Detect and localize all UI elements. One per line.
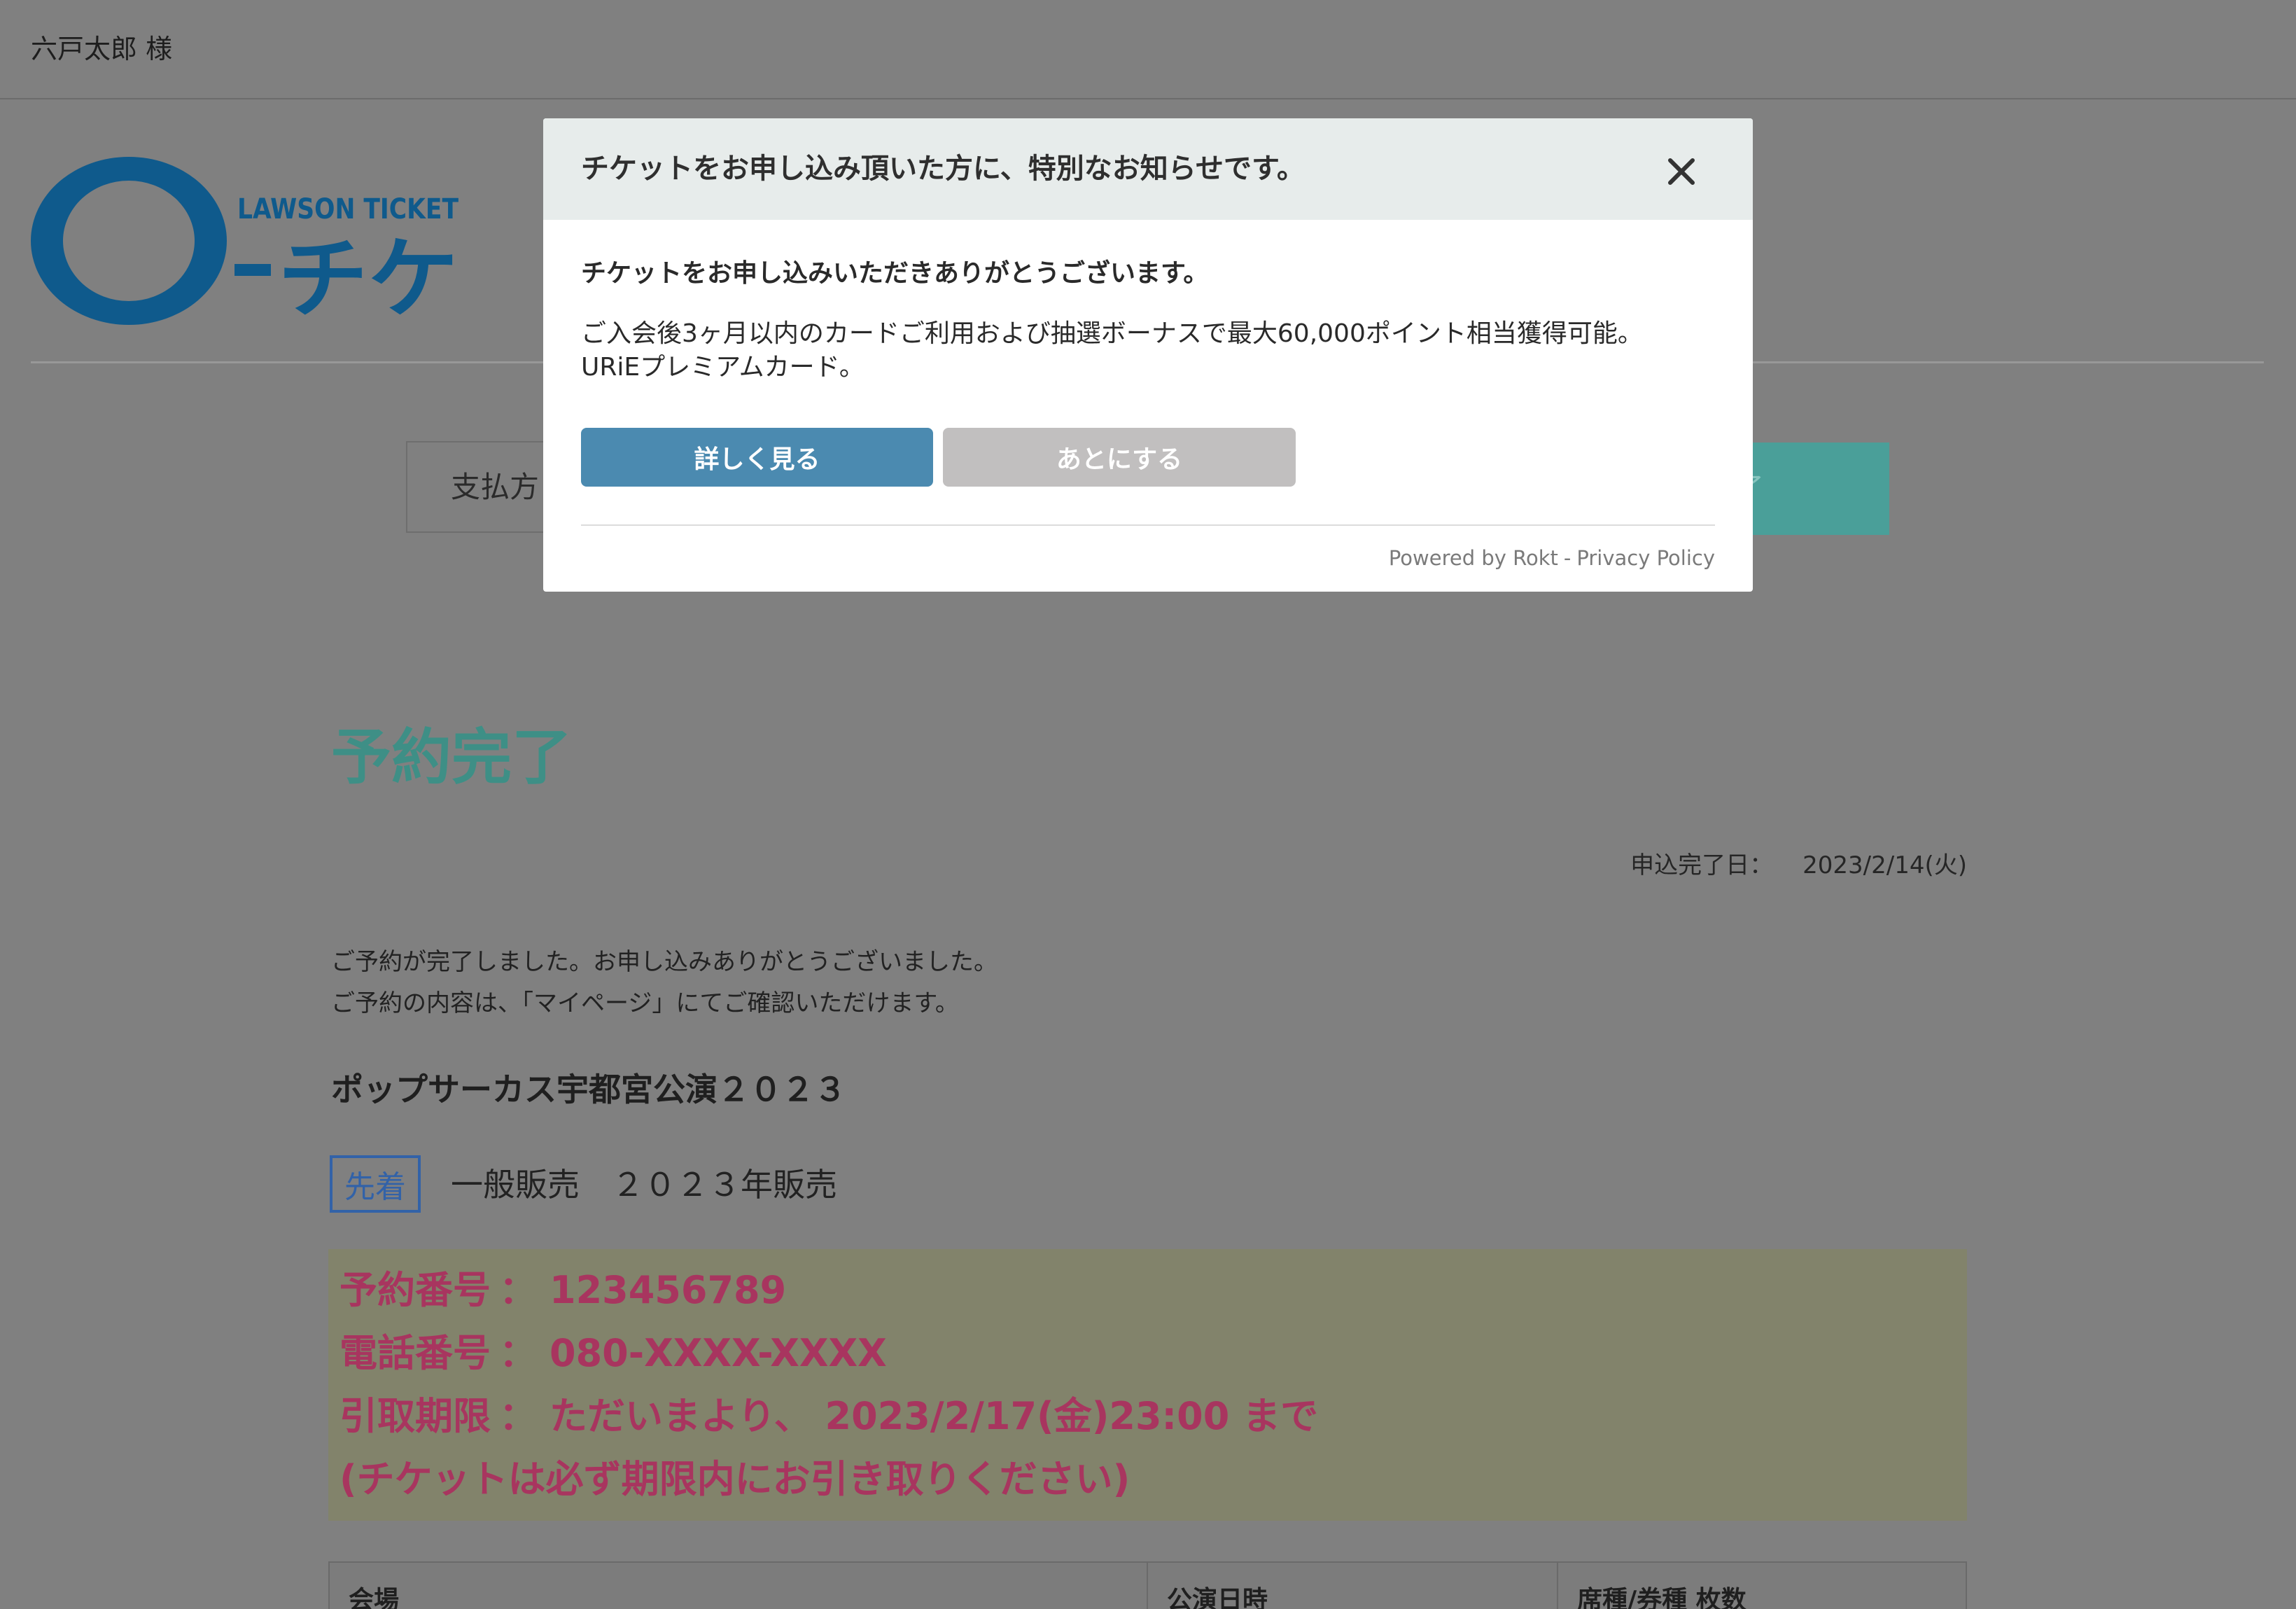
close-icon: [1668, 158, 1695, 185]
privacy-policy-link[interactable]: Privacy Policy: [1576, 546, 1715, 570]
later-button[interactable]: あとにする: [943, 428, 1296, 487]
close-button[interactable]: [1667, 158, 1695, 186]
modal-description-line: URiEプレミアムカード。: [581, 353, 864, 382]
modal-greeting: チケットをお申し込みいただきありがとうございます。: [581, 259, 1209, 288]
modal-footer: Powered by Rokt - Privacy Policy: [1389, 545, 1715, 571]
modal-description-line: ご入会後3ヶ月以内のカードご利用および抽選ボーナスで最大60,000ポイント相当…: [581, 319, 1643, 348]
modal-header: チケットをお申し込み頂いた方に、特別なお知らせです。: [543, 118, 1753, 220]
powered-by-text: Powered by Rokt: [1388, 546, 1558, 570]
modal-title: チケットをお申し込み頂いた方に、特別なお知らせです。: [581, 153, 1305, 185]
promo-modal: チケットをお申し込み頂いた方に、特別なお知らせです。 チケットをお申し込みいただ…: [543, 118, 1753, 592]
learn-more-button[interactable]: 詳しく見る: [581, 428, 933, 487]
modal-description: ご入会後3ヶ月以内のカードご利用および抽選ボーナスで最大60,000ポイント相当…: [581, 317, 1643, 384]
modal-divider: [581, 524, 1715, 526]
footer-separator: -: [1563, 546, 1572, 570]
